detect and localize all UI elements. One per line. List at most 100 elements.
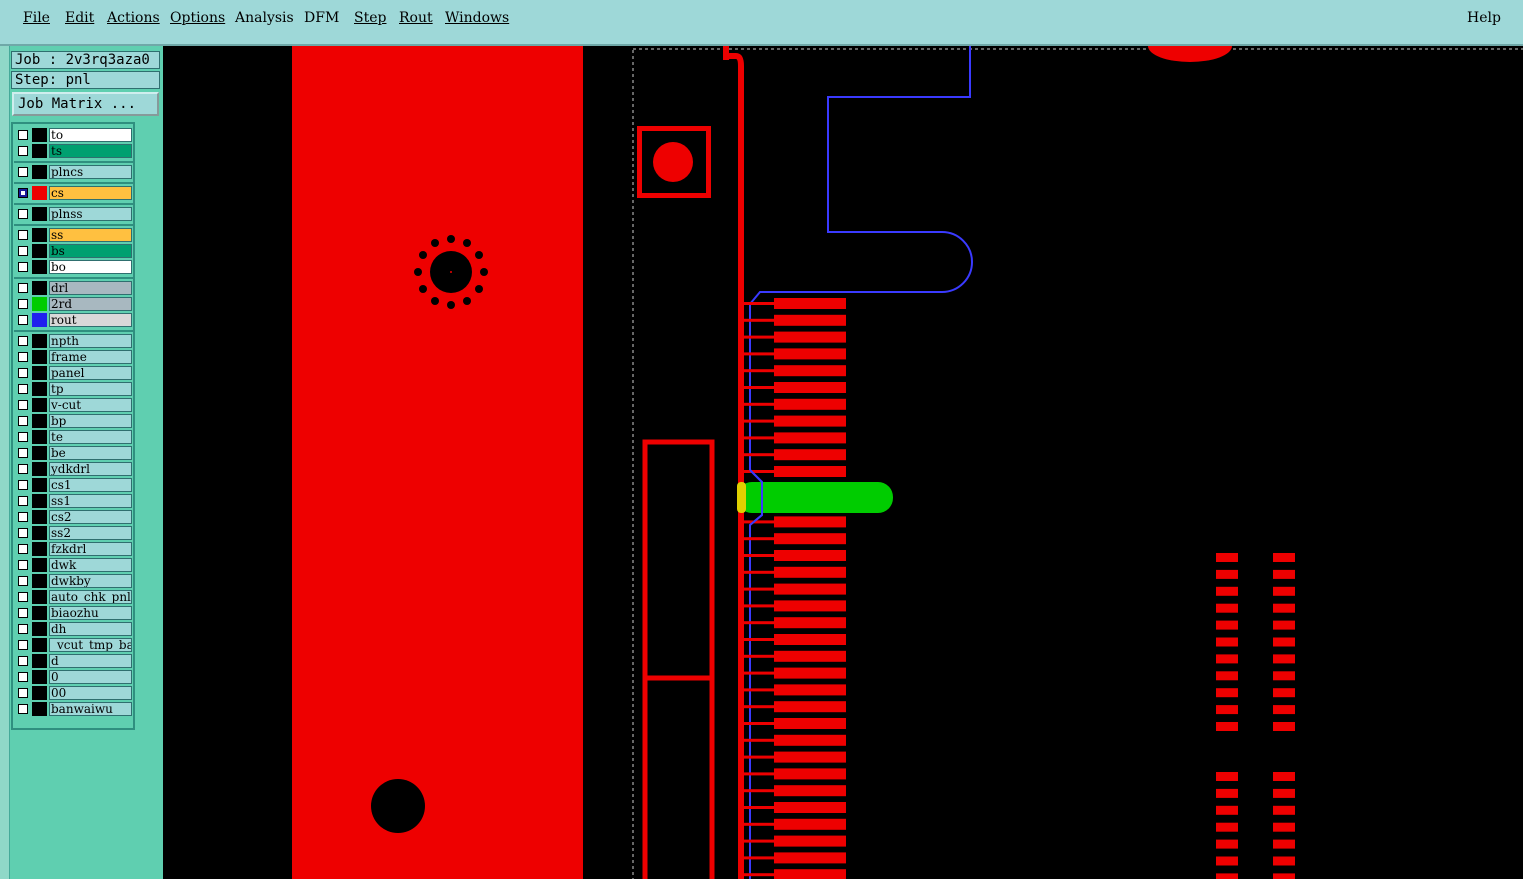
- layer-row-0[interactable]: 0: [16, 670, 132, 684]
- layer-color-swatch[interactable]: [32, 313, 47, 327]
- layer-row-npth[interactable]: npth: [16, 334, 132, 348]
- layer-checkbox[interactable]: [18, 512, 28, 522]
- layer-color-swatch[interactable]: [32, 542, 47, 556]
- layer-row-drl[interactable]: drl: [16, 281, 132, 295]
- layer-checkbox[interactable]: [18, 480, 28, 490]
- layer-color-swatch[interactable]: [32, 281, 47, 295]
- layer-row-bo[interactable]: bo: [16, 260, 132, 274]
- layer-checkbox[interactable]: [18, 283, 28, 293]
- layer-row-auto-chk-pnl[interactable]: auto_chk_pnl: [16, 590, 132, 604]
- menu-dfm[interactable]: DFM: [304, 10, 339, 26]
- layer-row-banwaiwu[interactable]: banwaiwu: [16, 702, 132, 716]
- layer-color-swatch[interactable]: [32, 382, 47, 396]
- layer-row-to[interactable]: to: [16, 128, 132, 142]
- layer-checkbox[interactable]: [18, 400, 28, 410]
- layer-row-ts[interactable]: ts: [16, 144, 132, 158]
- layer-color-swatch[interactable]: [32, 165, 47, 179]
- layer-color-swatch[interactable]: [32, 670, 47, 684]
- layer-checkbox[interactable]: [18, 608, 28, 618]
- layer-row-2rd[interactable]: 2rd: [16, 297, 132, 311]
- layer-color-swatch[interactable]: [32, 462, 47, 476]
- layer-color-swatch[interactable]: [32, 702, 47, 716]
- layer-row-be[interactable]: be: [16, 446, 132, 460]
- layer-row-v-cut[interactable]: v-cut: [16, 398, 132, 412]
- layer-checkbox[interactable]: [18, 130, 28, 140]
- layer-checkbox[interactable]: [18, 262, 28, 272]
- layer-color-swatch[interactable]: [32, 494, 47, 508]
- layer-color-swatch[interactable]: [32, 228, 47, 242]
- layer-color-swatch[interactable]: [32, 414, 47, 428]
- layer-row-vcut-tmp[interactable]: _vcut_tmp_ba: [16, 638, 132, 652]
- layer-row-ss2[interactable]: ss2: [16, 526, 132, 540]
- layer-checkbox[interactable]: [18, 576, 28, 586]
- layer-checkbox[interactable]: [18, 246, 28, 256]
- layer-color-swatch[interactable]: [32, 186, 47, 200]
- layer-color-swatch[interactable]: [32, 510, 47, 524]
- layer-checkbox[interactable]: [18, 528, 28, 538]
- layer-color-swatch[interactable]: [32, 430, 47, 444]
- layer-color-swatch[interactable]: [32, 558, 47, 572]
- menu-options[interactable]: Options: [170, 10, 225, 26]
- layer-color-swatch[interactable]: [32, 606, 47, 620]
- layer-row-d[interactable]: d: [16, 654, 132, 668]
- layer-row-fzkdrl[interactable]: fzkdrl: [16, 542, 132, 556]
- layer-row-tp[interactable]: tp: [16, 382, 132, 396]
- menu-edit[interactable]: Edit: [65, 10, 94, 26]
- layer-color-swatch[interactable]: [32, 526, 47, 540]
- layer-row-biaozhu[interactable]: biaozhu: [16, 606, 132, 620]
- layer-color-swatch[interactable]: [32, 622, 47, 636]
- layer-row-dh[interactable]: dh: [16, 622, 132, 636]
- layer-color-swatch[interactable]: [32, 398, 47, 412]
- layer-row-cs2[interactable]: cs2: [16, 510, 132, 524]
- layer-checkbox[interactable]: [18, 496, 28, 506]
- layer-row-te[interactable]: te: [16, 430, 132, 444]
- layer-color-swatch[interactable]: [32, 446, 47, 460]
- layer-checkbox[interactable]: [18, 188, 28, 198]
- menu-help[interactable]: Help: [1467, 10, 1501, 26]
- layer-row-plnss[interactable]: plnss: [16, 207, 132, 221]
- layer-checkbox[interactable]: [18, 448, 28, 458]
- layer-color-swatch[interactable]: [32, 574, 47, 588]
- layer-checkbox[interactable]: [18, 230, 28, 240]
- layer-color-swatch[interactable]: [32, 260, 47, 274]
- layer-checkbox[interactable]: [18, 384, 28, 394]
- layer-row-cs1[interactable]: cs1: [16, 478, 132, 492]
- layer-checkbox[interactable]: [18, 416, 28, 426]
- layer-row-bp[interactable]: bp: [16, 414, 132, 428]
- layer-checkbox[interactable]: [18, 167, 28, 177]
- layer-color-swatch[interactable]: [32, 366, 47, 380]
- menu-analysis[interactable]: Analysis: [235, 10, 294, 26]
- layer-color-swatch[interactable]: [32, 350, 47, 364]
- layer-checkbox[interactable]: [18, 704, 28, 714]
- menu-step[interactable]: Step: [354, 10, 386, 26]
- layer-checkbox[interactable]: [18, 592, 28, 602]
- menu-rout[interactable]: Rout: [399, 10, 433, 26]
- layer-checkbox[interactable]: [18, 560, 28, 570]
- layer-row-ss[interactable]: ss: [16, 228, 132, 242]
- layer-row-rout[interactable]: rout: [16, 313, 132, 327]
- layer-color-swatch[interactable]: [32, 478, 47, 492]
- layer-checkbox[interactable]: [18, 464, 28, 474]
- layer-row-dwk[interactable]: dwk: [16, 558, 132, 572]
- layer-color-swatch[interactable]: [32, 297, 47, 311]
- layer-row-panel[interactable]: panel: [16, 366, 132, 380]
- layer-color-swatch[interactable]: [32, 207, 47, 221]
- graphic-canvas[interactable]: [163, 46, 1523, 879]
- layer-checkbox[interactable]: [18, 209, 28, 219]
- menu-windows[interactable]: Windows: [445, 10, 509, 26]
- layer-checkbox[interactable]: [18, 432, 28, 442]
- layer-color-swatch[interactable]: [32, 128, 47, 142]
- layer-checkbox[interactable]: [18, 544, 28, 554]
- layer-checkbox[interactable]: [18, 146, 28, 156]
- layer-row-ss1[interactable]: ss1: [16, 494, 132, 508]
- layer-color-swatch[interactable]: [32, 638, 47, 652]
- job-matrix-button[interactable]: Job Matrix ...: [12, 92, 159, 116]
- layer-row-dwkby[interactable]: dwkby: [16, 574, 132, 588]
- layer-checkbox[interactable]: [18, 656, 28, 666]
- layer-checkbox[interactable]: [18, 640, 28, 650]
- layer-row-plncs[interactable]: plncs: [16, 165, 132, 179]
- layer-color-swatch[interactable]: [32, 590, 47, 604]
- layer-checkbox[interactable]: [18, 315, 28, 325]
- layer-row-00[interactable]: 00: [16, 686, 132, 700]
- layer-checkbox[interactable]: [18, 336, 28, 346]
